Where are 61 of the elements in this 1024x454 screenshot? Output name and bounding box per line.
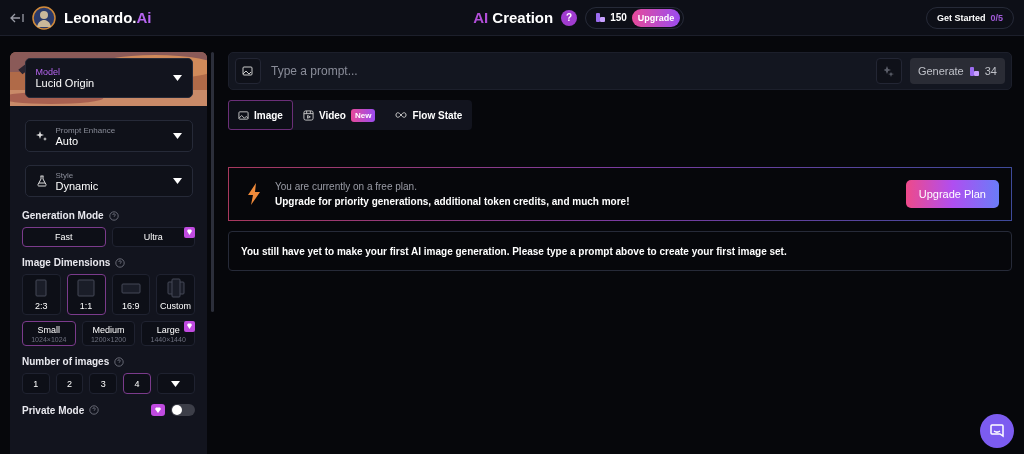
- tab[interactable]: Flow State: [385, 100, 473, 130]
- ratio-option[interactable]: Custom: [156, 274, 195, 315]
- caret-icon: [172, 178, 182, 184]
- page-title: AI Creation: [473, 9, 554, 26]
- brand-name[interactable]: Leonardo.Ai: [64, 9, 152, 26]
- tab[interactable]: Video New: [292, 100, 386, 130]
- generate-button[interactable]: Generate 34: [909, 58, 1005, 84]
- upgrade-message: Upgrade for priority generations, additional token credits, and much more!: [275, 196, 631, 207]
- help-icon[interactable]: [89, 405, 100, 415]
- section-title: Number of images: [22, 356, 110, 367]
- image-icon: [242, 65, 254, 77]
- help-icon[interactable]: [108, 210, 119, 221]
- mode-option[interactable]: Ultra: [111, 227, 195, 247]
- help-icon[interactable]: [114, 356, 125, 367]
- film-icon: [302, 109, 314, 121]
- upgrade-plan-button[interactable]: Upgrade Plan: [905, 180, 999, 208]
- chat-icon: [989, 423, 1005, 439]
- tab[interactable]: Image: [228, 100, 293, 130]
- help-icon[interactable]: [115, 257, 126, 268]
- ratio-icon: [76, 278, 97, 298]
- infinity-icon: [395, 111, 408, 119]
- help-button[interactable]: ?: [561, 9, 578, 26]
- plan-status: You are currently on a free plan.: [275, 181, 418, 192]
- image-upload-button[interactable]: [235, 58, 261, 84]
- get-started-button[interactable]: Get Started 0/5: [925, 6, 1014, 29]
- lightning-icon: [247, 183, 261, 205]
- ratio-icon: [165, 278, 186, 298]
- empty-state-message: You still have yet to make your first AI image generation. Please type a prompt above to create your first image set.: [228, 231, 1012, 271]
- sparkle-icon: [883, 65, 894, 77]
- caret-icon: [172, 75, 182, 81]
- count-option[interactable]: 3: [89, 373, 118, 394]
- ratio-option[interactable]: 2:3: [22, 274, 61, 315]
- mode-option[interactable]: Fast: [22, 227, 106, 247]
- setting-dropdown[interactable]: Prompt Enhance Auto: [24, 120, 193, 152]
- setting-dropdown[interactable]: Style Dynamic: [24, 165, 193, 197]
- credit-count: 150: [610, 12, 627, 23]
- sparkle-icon: [35, 130, 48, 142]
- section-title: Generation Mode: [22, 210, 104, 221]
- upgrade-button[interactable]: Upgrade: [631, 8, 681, 27]
- count-option[interactable]: 4: [123, 373, 151, 394]
- count-option[interactable]: 1: [22, 373, 50, 394]
- count-option[interactable]: 2: [55, 373, 84, 394]
- token-icon: [969, 66, 979, 76]
- private-mode-toggle[interactable]: [171, 404, 195, 416]
- more-button[interactable]: [156, 373, 195, 394]
- image-icon: [238, 109, 249, 121]
- flask-icon: [35, 175, 48, 187]
- caret-icon: [172, 133, 182, 139]
- back-icon[interactable]: [10, 12, 24, 23]
- caret-icon: [171, 380, 181, 387]
- enhance-button[interactable]: [875, 58, 902, 84]
- chat-button[interactable]: [980, 414, 1014, 448]
- new-badge: New: [350, 108, 376, 122]
- model-dropdown[interactable]: Model Lucid Origin: [24, 58, 193, 98]
- avatar[interactable]: [32, 5, 56, 30]
- ratio-option[interactable]: 16:9: [111, 274, 151, 315]
- section-title: Image Dimensions: [22, 257, 111, 268]
- prompt-field[interactable]: Type a prompt... Generate 34: [228, 52, 1012, 90]
- section-title: Private Mode: [22, 404, 85, 416]
- token-icon: [596, 13, 606, 22]
- ratio-option[interactable]: 1:1: [66, 274, 106, 315]
